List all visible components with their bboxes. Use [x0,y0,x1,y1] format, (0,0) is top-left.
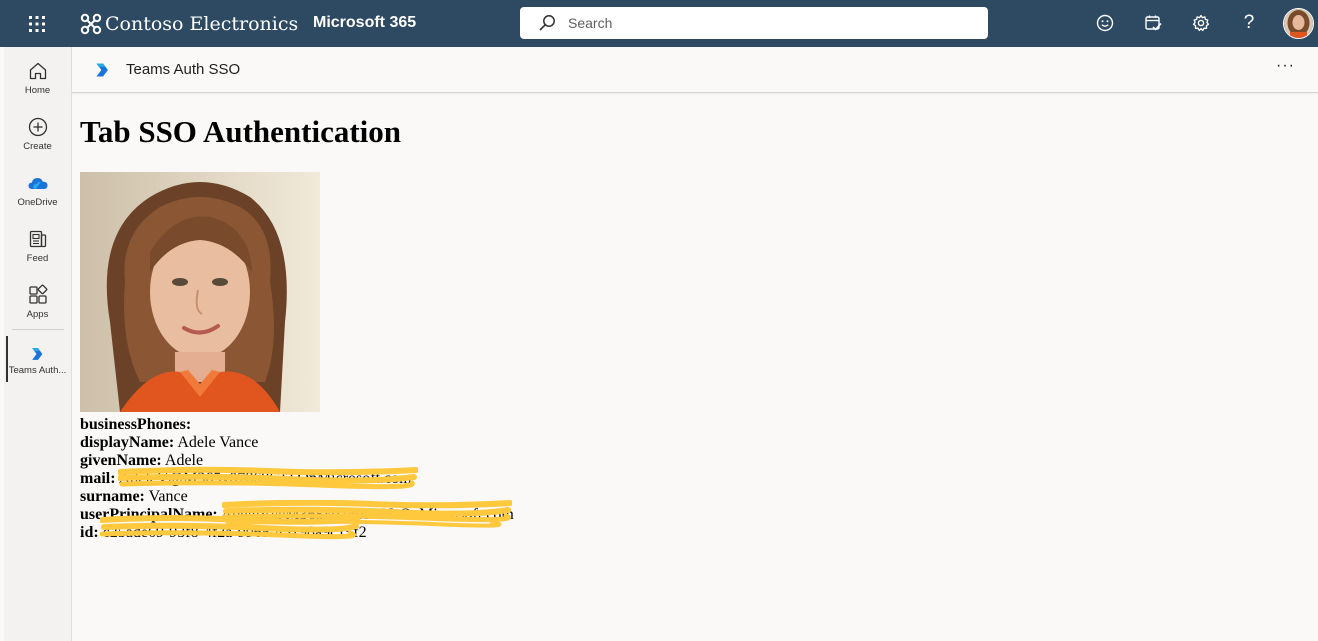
field-key: displayName: [80,434,175,451]
calendar-check-icon [1145,15,1162,31]
rail-item-apps[interactable]: Apps [4,276,71,328]
field-value: AdeleV@M365x07869632.OnMicrosoft.com [118,470,412,487]
rail-item-teams-auth[interactable]: Teams Auth... [4,338,71,390]
suite-header: Contoso Electronics Microsoft 365 Search… [0,0,1318,47]
rail-item-create[interactable]: Create [4,108,71,160]
teams-app-icon [96,63,108,77]
settings-button[interactable] [1190,12,1212,34]
rail-item-onedrive[interactable]: OneDrive [4,164,71,216]
search-box[interactable] [520,7,988,39]
rail-label: Teams Auth... [8,365,67,376]
field-value: Adele Vance [177,434,259,451]
waffle-icon[interactable] [25,12,49,36]
feedback-button[interactable] [1094,12,1116,34]
help-icon: ? [1243,12,1255,33]
field-value: Vance [148,488,188,505]
field-value: AdeleV@M365x07869632.OnMicrosoft.com [220,506,514,523]
profile-row-mail: mail: AdeleV@M365x07869632.OnMicrosoft.c… [80,466,514,490]
help-button[interactable]: ? [1238,12,1260,34]
org-name: Contoso Electronics [105,13,299,35]
rail-divider [12,329,64,330]
avatar-photo [1284,9,1313,38]
org-brand[interactable]: Contoso Electronics [80,10,298,38]
rail-item-feed[interactable]: Feed [4,220,71,272]
app-title: Teams Auth SSO [126,61,241,78]
profile-row-display-name: displayName: Adele Vance [80,434,514,452]
field-key: mail: [80,470,116,487]
product-name[interactable]: Microsoft 365 [313,14,416,32]
home-icon [29,62,46,80]
field-key: userPrincipalName: [80,506,218,523]
rail-label: Home [24,85,51,96]
profile-photo [80,172,320,412]
app-rail: Home Create OneDrive Feed Apps Teams Aut… [4,47,72,641]
rail-item-home[interactable]: Home [4,52,71,104]
field-key: givenName: [80,452,162,469]
profile-row-business-phones: businessPhones: [80,416,514,434]
search-input[interactable] [566,14,970,32]
gear-icon [1192,14,1210,32]
more-options-icon[interactable]: ··· [1276,57,1295,75]
rail-label: Create [23,141,52,152]
rail-label: Feed [26,253,49,264]
search-icon [539,15,555,31]
teams-app-icon [31,348,42,360]
feed-icon [29,230,46,248]
plus-circle-icon [28,117,47,137]
profile-details: businessPhones: displayName: Adele Vance… [80,416,514,542]
smiley-icon [1096,14,1114,32]
rail-label: Apps [26,309,49,320]
field-value: Adele [164,452,204,469]
rail-label: OneDrive [17,197,58,208]
page-title: Tab SSO Authentication [80,114,402,149]
field-key: id: [80,524,99,541]
contoso-logo-icon [80,13,102,35]
profile-row-upn: userPrincipalName: AdeleV@M365x07869632.… [80,500,514,528]
app-header: Teams Auth SSO ··· [72,47,1318,93]
my-day-button[interactable] [1142,12,1164,34]
profile-row-given-name: givenName: Adele [80,452,514,470]
cloud-icon [28,178,47,189]
field-key: businessPhones: [80,416,192,433]
account-avatar[interactable] [1283,8,1314,39]
field-value: c25ade69-93f8-4f2a-9965-45198a9c15f2 [102,524,367,541]
profile-row-surname: surname: Vance [80,488,514,506]
profile-row-id: id: c25ade69-93f8-4f2a-9965-45198a9c15f2 [80,515,514,542]
apps-icon [28,284,47,304]
field-key: surname: [80,488,145,505]
